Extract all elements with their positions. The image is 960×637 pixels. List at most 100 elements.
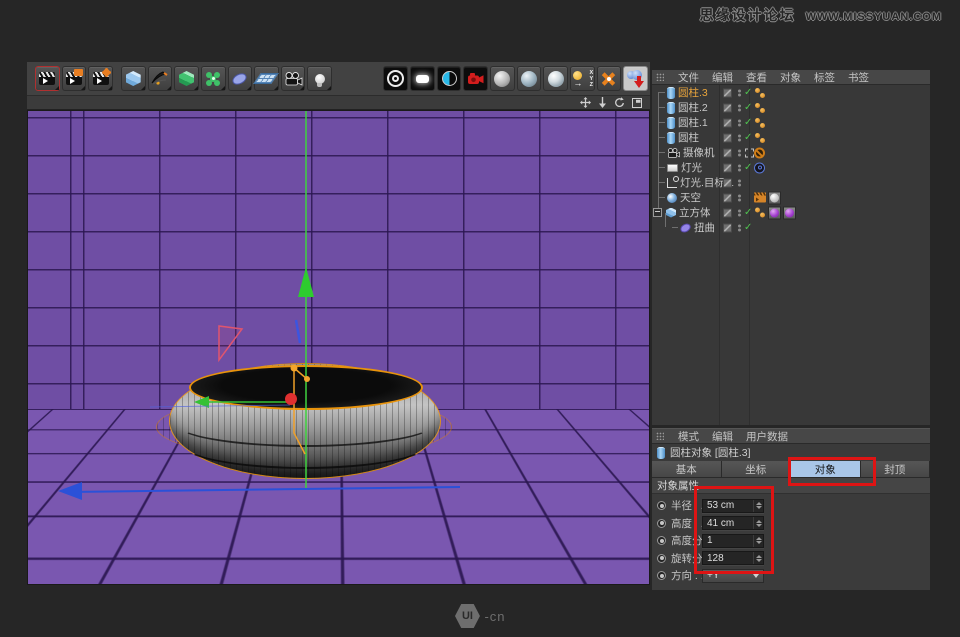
keyframe-radio[interactable]: [657, 501, 666, 510]
visibility-dots[interactable]: [738, 118, 741, 127]
zoom-icon[interactable]: [598, 97, 607, 108]
height-segments-input[interactable]: 1: [702, 534, 764, 548]
rotate-icon[interactable]: [614, 97, 625, 108]
om-menu-file[interactable]: 文件: [678, 70, 699, 85]
layer-toggle[interactable]: [723, 223, 732, 232]
camera-button[interactable]: [281, 66, 306, 91]
visibility-dots[interactable]: [738, 223, 741, 232]
layer-toggle[interactable]: [723, 148, 732, 157]
visibility-dots[interactable]: [738, 103, 741, 112]
layer-toggle[interactable]: [723, 133, 732, 142]
enabled-check[interactable]: ✓: [744, 208, 752, 218]
active-camera-icon[interactable]: [745, 148, 754, 157]
render-picture-viewer-button[interactable]: [62, 66, 87, 91]
axis-xyz-button[interactable]: → XYZ: [570, 66, 595, 91]
object-row-bend[interactable]: 扭曲 ✓: [652, 220, 930, 235]
render-settings-button[interactable]: [88, 66, 113, 91]
spinner[interactable]: [753, 500, 763, 512]
visibility-dots[interactable]: [738, 133, 741, 142]
grip-dots-icon[interactable]: [656, 432, 664, 440]
orientation-dropdown[interactable]: +Y: [702, 569, 764, 583]
shading-sphere-matte-button[interactable]: [490, 66, 515, 91]
enabled-check[interactable]: ✓: [744, 103, 752, 113]
layer-toggle[interactable]: [723, 103, 732, 112]
spinner[interactable]: [753, 535, 763, 547]
radius-input[interactable]: 53 cm: [702, 499, 764, 513]
deformer-button[interactable]: [228, 66, 253, 91]
maximize-icon[interactable]: [632, 98, 642, 108]
keyframe-radio[interactable]: [657, 536, 666, 545]
expander-icon[interactable]: [653, 208, 662, 217]
tab-coordinates[interactable]: 坐标: [722, 461, 792, 478]
spinner[interactable]: [753, 552, 763, 564]
tab-basic[interactable]: 基本: [652, 461, 722, 478]
visibility-dots[interactable]: [738, 163, 741, 172]
visibility-dots[interactable]: [738, 193, 741, 202]
layer-toggle[interactable]: [723, 178, 732, 187]
subdivision-surface-button[interactable]: [174, 66, 199, 91]
pen-spline-button[interactable]: [148, 66, 173, 91]
enabled-check[interactable]: ✓: [744, 88, 752, 98]
visibility-dots[interactable]: [738, 178, 741, 187]
phong-tag-icon[interactable]: [754, 102, 766, 114]
light-button[interactable]: [307, 66, 332, 91]
object-row-camera[interactable]: 摄像机: [652, 145, 930, 160]
layer-toggle[interactable]: [723, 193, 732, 202]
object-row-cube[interactable]: 立方体 ✓: [652, 205, 930, 220]
tab-object[interactable]: 对象: [791, 461, 861, 478]
viewport-3d[interactable]: [27, 110, 650, 585]
enabled-check[interactable]: ✓: [744, 118, 752, 128]
screen-button[interactable]: [410, 66, 435, 91]
material-tag-white[interactable]: [768, 191, 781, 204]
pan-icon[interactable]: [580, 97, 591, 108]
layer-toggle[interactable]: [723, 118, 732, 127]
snap-button[interactable]: [597, 66, 622, 91]
phong-tag-icon[interactable]: [754, 87, 766, 99]
phong-tag-icon[interactable]: [754, 132, 766, 144]
shading-sphere-shiny-button[interactable]: [517, 66, 542, 91]
target-tag-icon[interactable]: [754, 162, 765, 173]
object-row-cylinder3[interactable]: 圆柱.3 ✓: [652, 85, 930, 100]
material-tag-purple[interactable]: [783, 206, 796, 219]
keyframe-radio[interactable]: [657, 519, 666, 528]
keyframe-radio[interactable]: [657, 571, 666, 580]
red-camera-button[interactable]: [463, 66, 488, 91]
protection-tag-icon[interactable]: [754, 147, 765, 158]
om-menu-edit[interactable]: 编辑: [712, 70, 733, 85]
am-menu-userdata[interactable]: 用户数据: [746, 429, 788, 444]
om-menu-view[interactable]: 查看: [746, 70, 767, 85]
render-view-button[interactable]: [35, 66, 60, 91]
object-row-cylinder2[interactable]: 圆柱.2 ✓: [652, 100, 930, 115]
object-row-sky[interactable]: 天空: [652, 190, 930, 205]
grip-dots-icon[interactable]: [656, 73, 664, 81]
floor-environment-button[interactable]: [254, 66, 279, 91]
tab-caps[interactable]: 封顶: [861, 461, 931, 478]
om-menu-object[interactable]: 对象: [780, 70, 801, 85]
phong-tag-icon[interactable]: [754, 117, 766, 129]
layer-toggle[interactable]: [723, 163, 732, 172]
cube-primitive-button[interactable]: [121, 66, 146, 91]
object-row-light-target[interactable]: 灯光.目标.1: [652, 175, 930, 190]
enabled-check[interactable]: ✓: [744, 223, 752, 233]
move-selected-button[interactable]: [623, 66, 648, 91]
visibility-dots[interactable]: [738, 208, 741, 217]
rotation-segments-input[interactable]: 128: [702, 551, 764, 565]
om-menu-bookmark[interactable]: 书签: [848, 70, 869, 85]
compositing-tag-icon[interactable]: [754, 193, 766, 203]
enabled-check[interactable]: ✓: [744, 133, 752, 143]
phong-tag-icon[interactable]: [754, 207, 766, 219]
visibility-dots[interactable]: [738, 148, 741, 157]
axis-gizmo[interactable]: [28, 111, 650, 584]
height-input[interactable]: 41 cm: [702, 516, 764, 530]
layer-toggle[interactable]: [723, 88, 732, 97]
half-shade-button[interactable]: [437, 66, 462, 91]
om-menu-tag[interactable]: 标签: [814, 70, 835, 85]
enabled-check[interactable]: ✓: [744, 163, 752, 173]
object-row-cylinder[interactable]: 圆柱 ✓: [652, 130, 930, 145]
spinner[interactable]: [753, 517, 763, 529]
object-row-light[interactable]: 灯光 ✓: [652, 160, 930, 175]
visibility-dots[interactable]: [738, 88, 741, 97]
shading-sphere-glass-button[interactable]: [543, 66, 568, 91]
material-tag-purple[interactable]: [768, 206, 781, 219]
keyframe-radio[interactable]: [657, 554, 666, 563]
